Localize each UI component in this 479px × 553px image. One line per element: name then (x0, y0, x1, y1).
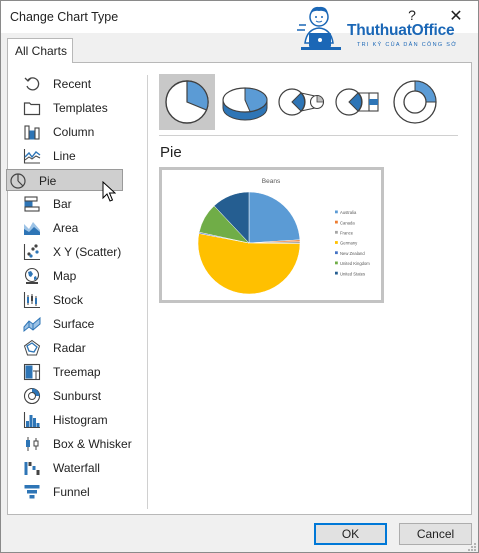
column-chart-icon (24, 125, 40, 140)
legend-swatch (335, 271, 338, 275)
sidebar-item-stock[interactable]: Stock (21, 289, 137, 311)
sidebar-item-label: Column (53, 125, 95, 139)
cancel-button[interactable]: Cancel (399, 523, 472, 545)
sidebar-item-label: Templates (53, 101, 108, 115)
sidebar-item-bar[interactable]: Bar (21, 193, 137, 215)
folder-icon (23, 102, 41, 116)
gallery-divider (159, 135, 458, 136)
legend-swatch (335, 220, 338, 224)
resize-grip-icon[interactable] (467, 542, 477, 552)
mouse-pointer-icon (102, 181, 116, 202)
recent-icon (24, 77, 40, 91)
sidebar-item-surface[interactable]: Surface (21, 313, 137, 335)
sunburst-chart-icon (23, 387, 41, 405)
sidebar-item-box-whisker[interactable]: Box & Whisker (21, 433, 137, 455)
scatter-chart-icon (23, 244, 40, 261)
legend-label: Canada (340, 220, 355, 225)
legend-swatch (335, 241, 338, 244)
sidebar-item-histogram[interactable]: Histogram (21, 409, 137, 431)
sidebar-item-area[interactable]: Area (21, 217, 137, 239)
bar-of-pie-subtype-icon (335, 88, 379, 116)
legend-swatch (335, 230, 338, 234)
pie-subtype-icon (165, 80, 209, 124)
watermark-logo: ThuthuatOffice TRI KỶ CỦA DÂN CÔNG SỞ (297, 3, 477, 57)
subtype-pie[interactable] (159, 74, 215, 130)
pie-slice-australia (248, 191, 301, 244)
sidebar-item-label: Stock (53, 293, 84, 307)
pie-chart-preview: Beans Australia Canada France Germany New Ze… (197, 178, 370, 295)
subtype-3d-pie[interactable] (216, 74, 272, 130)
map-chart-icon (24, 267, 40, 284)
sidebar-item-label: Funnel (53, 485, 90, 499)
legend-label: New Zealand (340, 251, 365, 256)
sidebar-item-templates[interactable]: Templates (21, 97, 137, 119)
radar-chart-icon (23, 339, 41, 356)
waterfall-chart-icon (24, 462, 40, 475)
sidebar-item-label: Surface (53, 317, 95, 331)
sidebar-item-sunburst[interactable]: Sunburst (21, 385, 137, 407)
sidebar-item-label: X Y (Scatter) (53, 245, 122, 259)
sidebar-item-waterfall[interactable]: Waterfall (21, 457, 137, 479)
funnel-chart-icon (24, 485, 40, 499)
sidebar-item-label: Treemap (53, 365, 101, 379)
ok-button[interactable]: OK (314, 523, 387, 545)
sidebar-item-line[interactable]: Line (21, 145, 137, 167)
tab-all-charts[interactable]: All Charts (7, 38, 73, 63)
area-chart-icon (24, 222, 40, 235)
panel-divider (147, 75, 148, 509)
legend-swatch (335, 210, 338, 214)
sidebar-item-label: Pie (39, 174, 57, 188)
bar-chart-icon (24, 196, 40, 212)
histogram-chart-icon (23, 412, 40, 429)
sidebar-item-label: Bar (53, 197, 72, 211)
section-title: Pie (160, 144, 182, 161)
chart-title: Beans (262, 178, 281, 185)
legend-label: United States (340, 271, 365, 276)
sidebar-item-label: Line (53, 149, 76, 163)
pie-3d-subtype-icon (222, 87, 268, 121)
chart-preview[interactable]: Beans Australia Canada France Germany New Ze… (159, 167, 384, 303)
sidebar-item-label: Radar (53, 341, 86, 355)
sidebar-item-funnel[interactable]: Funnel (21, 481, 137, 503)
sidebar-item-label: Sunburst (53, 389, 102, 403)
pie-of-pie-subtype-icon (278, 88, 325, 116)
line-chart-icon (23, 149, 41, 164)
sidebar-item-recent[interactable]: Recent (21, 73, 137, 95)
sidebar-item-map[interactable]: Map (21, 265, 137, 287)
sidebar-item-label: Map (53, 269, 77, 283)
person-at-laptop-icon (297, 6, 341, 50)
dialog-title: Change Chart Type (10, 10, 119, 24)
pie-chart-icon (10, 173, 26, 189)
sidebar-item-radar[interactable]: Radar (21, 337, 137, 359)
sidebar-item-label: Recent (53, 77, 92, 91)
subtype-pie-of-pie[interactable] (273, 74, 329, 130)
legend-label: United Kingdom (340, 261, 370, 266)
legend-swatch (335, 251, 338, 255)
logo-name: ThuthuatOffice (347, 22, 455, 39)
legend-label: Germany (340, 241, 358, 246)
logo-tagline: TRI KỶ CỦA DÂN CÔNG SỞ (357, 42, 458, 48)
sidebar-item-label: Waterfall (53, 461, 100, 475)
treemap-chart-icon (23, 363, 41, 381)
sidebar-item-column[interactable]: Column (21, 121, 137, 143)
box-whisker-chart-icon (26, 437, 39, 451)
subtype-doughnut[interactable] (387, 74, 443, 130)
sidebar-item-treemap[interactable]: Treemap (21, 361, 137, 383)
sidebar-item-label: Histogram (53, 413, 108, 427)
sidebar-item-label: Area (53, 221, 79, 235)
legend-label: France (340, 231, 354, 236)
stock-chart-icon (23, 292, 40, 309)
sidebar-item-scatter[interactable]: X Y (Scatter) (21, 241, 137, 263)
subtype-bar-of-pie[interactable] (330, 74, 386, 130)
change-chart-type-dialog: Change Chart Type ? ✕ ThuthuatOffice TRI… (0, 0, 479, 553)
doughnut-subtype-icon (393, 80, 437, 124)
tab-label: All Charts (15, 44, 68, 58)
legend-label: Australia (340, 210, 357, 215)
surface-chart-icon (23, 316, 41, 333)
legend-swatch (335, 261, 338, 265)
sidebar-item-label: Box & Whisker (53, 437, 132, 451)
